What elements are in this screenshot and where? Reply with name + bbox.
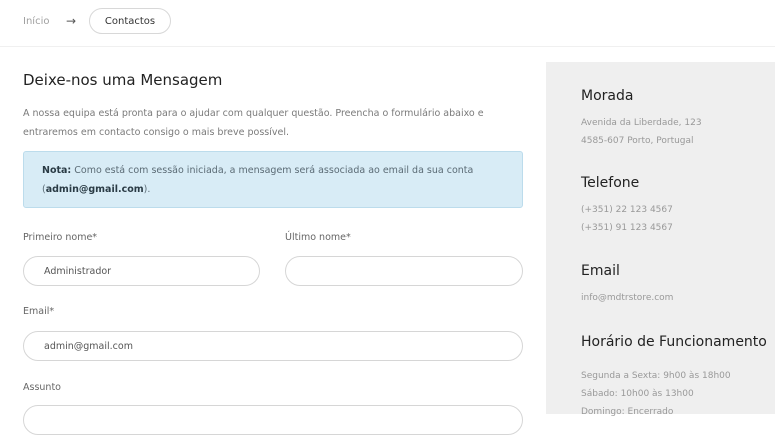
email-label: Email* bbox=[23, 306, 55, 317]
note-text-end: ). bbox=[143, 184, 151, 195]
address-line-1: Avenida da Liberdade, 123 bbox=[581, 118, 702, 128]
first-name-input[interactable] bbox=[23, 256, 260, 286]
subject-label: Assunto bbox=[23, 382, 61, 393]
hours-saturday: Sábado: 10h00 às 13h00 bbox=[581, 389, 694, 399]
subject-input[interactable] bbox=[23, 405, 523, 435]
note-label: Nota: bbox=[42, 165, 72, 176]
form-title: Deixe-nos uma Mensagem bbox=[23, 71, 223, 89]
last-name-input[interactable] bbox=[285, 256, 523, 286]
breadcrumb-home-link[interactable]: Início bbox=[23, 16, 49, 27]
contact-email[interactable]: info@mdtrstore.com bbox=[581, 289, 673, 307]
first-name-label: Primeiro nome* bbox=[23, 232, 98, 243]
form-intro: A nossa equipa está pronta para o ajudar… bbox=[23, 108, 484, 138]
hours-sunday: Domingo: Encerrado bbox=[581, 407, 674, 417]
phone-line-2[interactable]: (+351) 91 123 4567 bbox=[581, 219, 673, 237]
note-email: admin@gmail.com bbox=[45, 184, 144, 195]
breadcrumb-current: Contactos bbox=[89, 8, 171, 34]
arrow-right-icon: → bbox=[66, 14, 77, 28]
last-name-label: Último nome* bbox=[285, 232, 351, 243]
address-line-2: 4585-607 Porto, Portugal bbox=[581, 136, 694, 146]
phone-line-1[interactable]: (+351) 22 123 4567 bbox=[581, 201, 673, 219]
hours-weekdays: Segunda a Sexta: 9h00 às 18h00 bbox=[581, 371, 731, 381]
email-input[interactable] bbox=[23, 331, 523, 361]
session-note: Nota: Como está com sessão iniciada, a m… bbox=[23, 151, 523, 208]
breadcrumb: Início → Contactos bbox=[0, 0, 775, 47]
email-title: Email bbox=[581, 263, 620, 279]
address-title: Morada bbox=[581, 88, 634, 104]
hours-title: Horário de Funcionamento bbox=[581, 334, 767, 350]
contact-info-panel: Morada Avenida da Liberdade, 123 4585-60… bbox=[546, 62, 775, 417]
phone-title: Telefone bbox=[581, 175, 640, 191]
